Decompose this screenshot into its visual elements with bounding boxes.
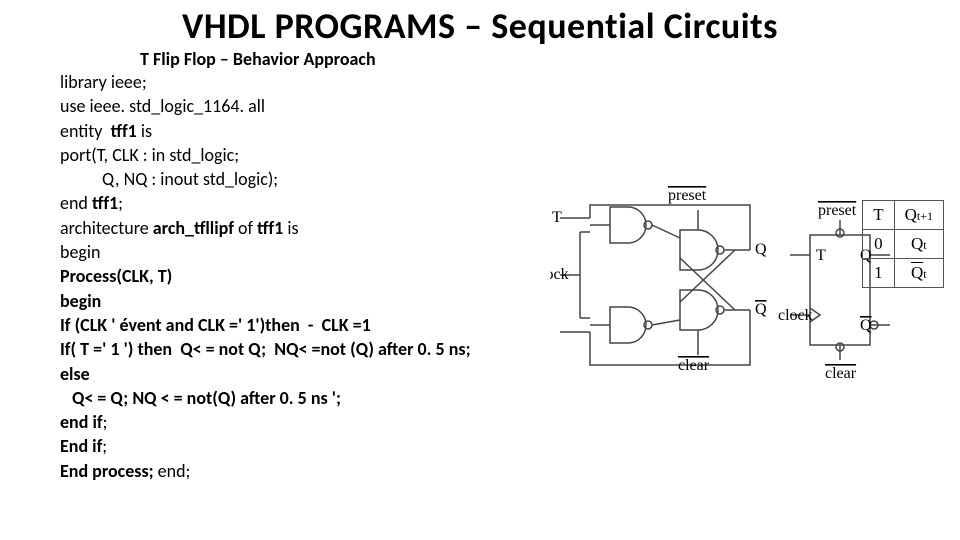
svg-text:T: T bbox=[816, 247, 826, 264]
code-line: Process(CLK, T) bbox=[60, 264, 530, 288]
svg-text:clear: clear bbox=[825, 365, 857, 382]
cell: 0 bbox=[863, 230, 894, 259]
svg-text:clock: clock bbox=[550, 266, 569, 283]
cell: Qt bbox=[894, 230, 943, 259]
code-line: else bbox=[60, 362, 530, 386]
svg-text:Q: Q bbox=[860, 317, 872, 334]
code-line: If( T =' 1 ') then Q< = not Q; NQ< =not … bbox=[60, 337, 530, 361]
code-line: If (CLK ' évent and CLK =' 1')then - CLK… bbox=[60, 313, 530, 337]
vhdl-code-block: library ieee; use ieee. std_logic_1164. … bbox=[60, 70, 530, 483]
code-line: Q, NQ : inout std_logic); bbox=[60, 167, 530, 191]
svg-text:Q: Q bbox=[755, 301, 767, 318]
code-line: end if; bbox=[60, 410, 530, 434]
code-line: use ieee. std_logic_1164. all bbox=[60, 94, 530, 118]
code-line: architecture arch_tfllipf of tff1 is bbox=[60, 216, 530, 240]
page-title: VHDL PROGRAMS – Sequential Circuits bbox=[0, 4, 960, 48]
th-t: T bbox=[863, 201, 894, 230]
th-q: Qt+1 bbox=[894, 201, 943, 230]
svg-text:Q: Q bbox=[755, 241, 767, 258]
code-line: Q< = Q; NQ < = not(Q) after 0. 5 ns '; bbox=[60, 386, 530, 410]
svg-text:T: T bbox=[552, 209, 562, 226]
code-line: end tff1; bbox=[60, 191, 530, 215]
cell: Qt bbox=[894, 259, 943, 288]
svg-text:clear: clear bbox=[678, 357, 710, 374]
code-line: entity tff1 is bbox=[60, 119, 530, 143]
code-line: begin bbox=[60, 240, 530, 264]
svg-text:preset: preset bbox=[818, 202, 857, 219]
code-line: port(T, CLK : in std_logic; bbox=[60, 143, 530, 167]
subtitle: T Flip Flop – Behavior Approach bbox=[140, 48, 376, 70]
svg-text:clock: clock bbox=[778, 307, 813, 324]
svg-text:preset: preset bbox=[668, 187, 707, 204]
truth-table: T Qt+1 0 Qt 1 Qt bbox=[862, 200, 944, 288]
code-line: End if; bbox=[60, 434, 530, 458]
cell: 1 bbox=[863, 259, 894, 288]
code-line: End process; end; bbox=[60, 459, 530, 483]
code-line: begin bbox=[60, 289, 530, 313]
code-line: library ieee; bbox=[60, 70, 530, 94]
